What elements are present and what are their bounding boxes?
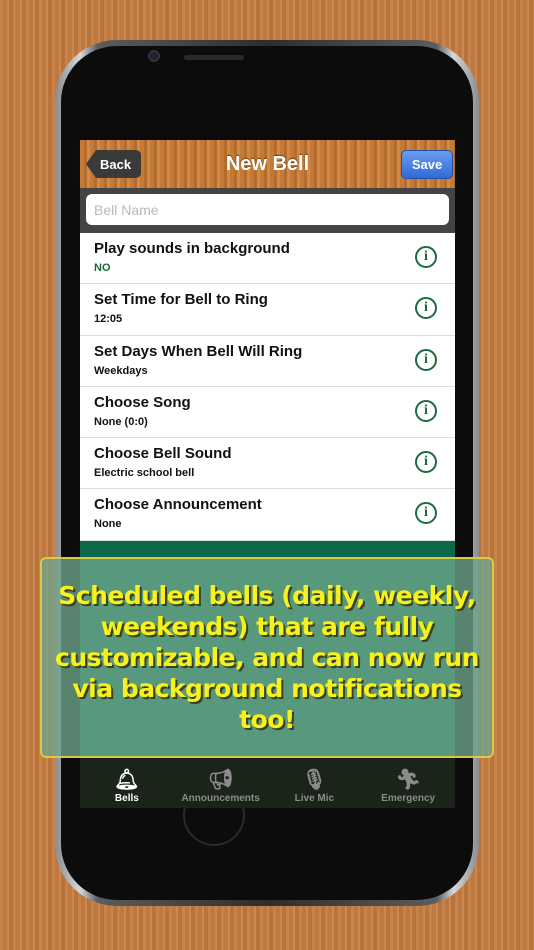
info-icon[interactable]: i	[415, 399, 437, 422]
megaphone-icon: 📢︎	[207, 769, 234, 791]
bell-name-input[interactable]	[86, 194, 449, 225]
back-button[interactable]: Back	[86, 150, 142, 178]
row-title: Choose Bell Sound	[94, 445, 232, 463]
tab-live-mic[interactable]: 🎙︎ Live Mic	[268, 758, 362, 808]
page-title: New Bell	[225, 152, 310, 175]
row-value: 12:05	[94, 313, 123, 326]
tab-bells[interactable]: 🔔︎ Bells	[80, 758, 174, 808]
list-item[interactable]: Choose Song None (0:0) i	[80, 387, 455, 439]
tab-announcements[interactable]: 📢︎ Announcements	[174, 758, 268, 808]
bell-icon: 🔔︎	[114, 769, 140, 791]
settings-list: Play sounds in background NO i Set Time fo…	[80, 233, 455, 541]
speaker	[184, 55, 244, 60]
tab-emergency[interactable]: 🏃︎ Emergency	[361, 758, 455, 808]
row-value: NO	[94, 262, 111, 274]
list-item[interactable]: Play sounds in background NO i	[80, 233, 455, 285]
promo-banner: Scheduled bells (daily, weekly, weekends…	[40, 557, 494, 758]
camera	[148, 50, 160, 62]
save-button[interactable]: Save	[401, 150, 453, 179]
row-title: Choose Announcement	[94, 496, 262, 514]
row-value: Weekdays	[94, 364, 148, 377]
list-item[interactable]: Choose Bell Sound Electric school bell i	[80, 438, 455, 490]
row-title: Choose Song	[94, 393, 191, 411]
row-value: Electric school bell	[94, 467, 195, 480]
nav-bar: Back New Bell Save	[80, 140, 455, 188]
row-title: Set Time for Bell to Ring	[94, 291, 268, 309]
row-title: Play sounds in background	[94, 240, 290, 257]
tab-label: Live Mic	[294, 793, 335, 804]
tab-label: Announcements	[181, 793, 260, 804]
tab-bar: 🔔︎ Bells 📢︎ Announcements 🎙︎ Live Mic 🏃︎ Eme…	[80, 758, 455, 808]
list-item[interactable]: Choose Announcement None i	[80, 489, 455, 541]
tab-label: Bells	[114, 793, 139, 804]
row-value: None (0:0)	[94, 415, 148, 428]
list-item[interactable]: Set Time for Bell to Ring 12:05 i	[80, 284, 455, 336]
microphone-icon: 🎙︎	[301, 769, 328, 791]
info-icon[interactable]: i	[415, 348, 437, 371]
row-value: None	[94, 518, 122, 531]
tab-label: Emergency	[381, 793, 436, 804]
list-item[interactable]: Set Days When Bell Will Ring Weekdays i	[80, 336, 455, 387]
row-title: Set Days When Bell Will Ring	[94, 342, 303, 360]
info-icon[interactable]: i	[415, 246, 437, 268]
banner-text: Scheduled bells (daily, weekly, weekends…	[55, 581, 479, 734]
exit-icon: 🏃︎	[395, 769, 421, 791]
